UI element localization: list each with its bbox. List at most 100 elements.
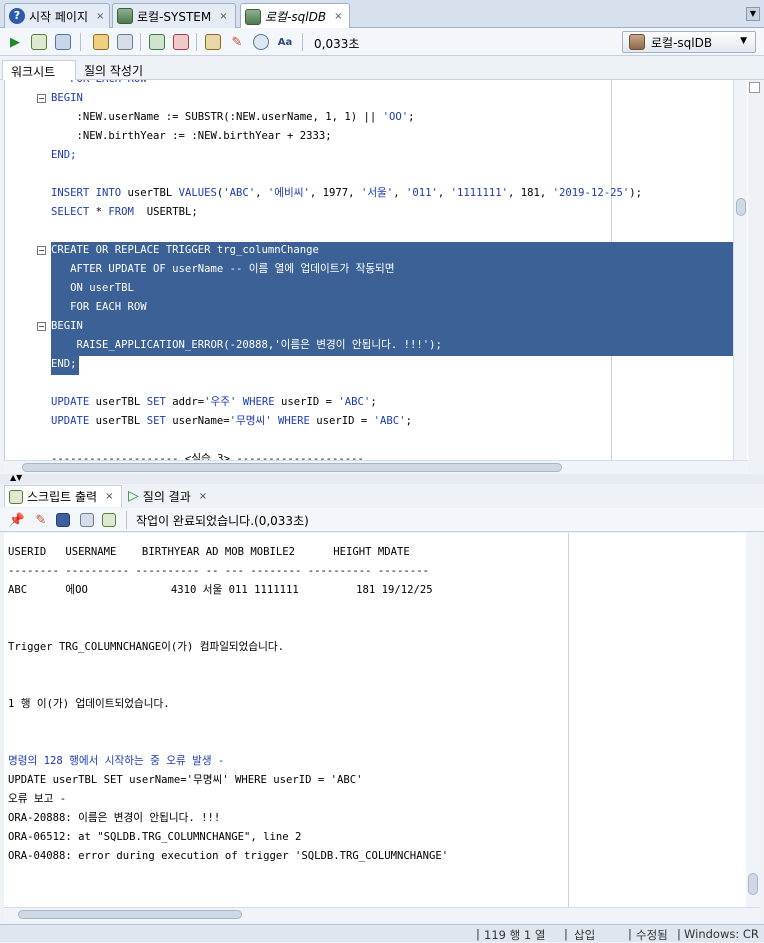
code-line: END; (51, 146, 77, 165)
code-line: ON userTBL (51, 279, 134, 298)
panel-splitter[interactable]: ▲▼ (0, 474, 764, 484)
code-token: 'OO' (382, 111, 409, 123)
commit-icon[interactable] (148, 33, 166, 51)
code-token: 'ABC' (373, 415, 406, 427)
code-token: VALUES (178, 187, 217, 199)
tab-list-dropdown-icon[interactable]: ▼ (746, 7, 760, 21)
right-margin-line (568, 533, 569, 907)
tab-query-builder[interactable]: 질의 작성기 (76, 60, 151, 80)
code-token: userID = (309, 415, 374, 427)
output-toolbar: 📌 ✎ 작업이 완료되었습니다.(0,033초) (0, 508, 764, 532)
tab-label: 스크립트 출력 (27, 490, 98, 504)
code-line: UPDATE userTBL SET addr='우주' WHERE userI… (51, 393, 377, 412)
code-token: userTBL (89, 396, 147, 408)
print-icon[interactable] (78, 511, 96, 529)
tab-label: 로컬-sqlDB (265, 10, 327, 24)
code-line: END; (51, 355, 77, 374)
sql-editor[interactable]: − − − FOR EACH ROW BEGIN :NEW.userName := S… (4, 80, 748, 460)
run-statement-icon[interactable]: ▶ (6, 33, 24, 51)
code-token: BEGIN (51, 320, 83, 332)
code-token: UPDATE (51, 415, 90, 427)
fold-toggle-icon[interactable]: − (37, 246, 46, 255)
modified-status: 수정됨 (636, 928, 668, 942)
code-token: ); (629, 187, 642, 199)
code-token: '011' (405, 187, 438, 199)
output-line: 명령의 128 행에서 시작하는 중 오류 발생 - (8, 755, 225, 767)
code-token: '서울' (360, 187, 394, 199)
close-icon[interactable]: × (105, 491, 113, 502)
fold-toggle-icon[interactable]: − (37, 94, 46, 103)
save-icon[interactable] (54, 511, 72, 529)
code-line: :NEW.userName := SUBSTR(:NEW.userName, 1… (51, 108, 415, 127)
output-line: ORA-06512: at "SQLDB.TRG_COLUMNCHANGE", … (8, 831, 302, 843)
close-icon[interactable]: × (219, 11, 227, 22)
code-token: SELECT (51, 206, 90, 218)
commit-dropdown-icon[interactable] (54, 33, 72, 51)
editor-horizontal-scrollbar[interactable] (4, 460, 748, 474)
sql-tuning-icon[interactable] (204, 33, 222, 51)
connection-label: 로컬-sqlDB (651, 35, 713, 50)
history-icon[interactable] (252, 33, 270, 51)
code-token: :NEW.userName := SUBSTR(:NEW.userName, 1… (51, 111, 383, 123)
code-token: addr= (165, 396, 205, 408)
script-output-area[interactable]: USERID USERNAME BIRTHYEAR AD MOB MOBILE2… (4, 533, 746, 907)
code-token: CREATE OR REPLACE TRIGGER trg_columnChan… (51, 244, 319, 256)
rollback-icon[interactable] (172, 33, 190, 51)
clear-output-icon[interactable]: ✎ (32, 511, 50, 529)
tab-local-sqldb[interactable]: 로컬-sqlDB × (240, 3, 350, 29)
tab-script-output[interactable]: 스크립트 출력 × (4, 485, 122, 507)
clear-icon[interactable]: ✎ (228, 33, 246, 51)
close-icon[interactable]: × (96, 11, 104, 22)
code-token: userTBL (89, 415, 147, 427)
worksheet-toolbar: ▶ ✎ Aa 0,033초 로컬-sqlDB ▼ (0, 28, 764, 56)
collapse-arrows-icon[interactable]: ▲▼ (10, 474, 22, 482)
run-script-icon[interactable] (30, 33, 48, 51)
sql-worksheet-icon (245, 8, 261, 25)
code-token: userTBL (121, 187, 179, 199)
code-token: END; (51, 358, 77, 370)
output-horizontal-scrollbar[interactable] (4, 907, 760, 921)
code-token: , (437, 187, 451, 199)
code-line: AFTER UPDATE OF userName -- 이름 열에 업데이트가 … (51, 260, 394, 279)
autotrace-icon[interactable] (116, 33, 134, 51)
format-icon[interactable]: Aa (276, 33, 294, 51)
tab-label: 질의 결과 (142, 489, 191, 504)
elapsed-time: 0,033초 (314, 37, 360, 51)
scroll-thumb[interactable] (18, 910, 242, 919)
code-line: CREATE OR REPLACE TRIGGER trg_columnChan… (51, 241, 319, 260)
code-token: , 181, (508, 187, 553, 199)
close-icon[interactable]: × (199, 491, 207, 502)
editor-vertical-scrollbar[interactable] (733, 80, 747, 460)
scroll-thumb[interactable] (22, 463, 562, 472)
code-token: ; (405, 415, 412, 427)
close-icon[interactable]: × (334, 11, 342, 22)
explain-plan-icon[interactable] (92, 33, 110, 51)
tab-local-system[interactable]: 로컬-SYSTEM × (112, 3, 236, 28)
tab-worksheet[interactable]: 워크시트 (2, 60, 76, 80)
tab-start-page[interactable]: ? 시작 페이지 × (4, 3, 110, 28)
scroll-thumb[interactable] (748, 873, 758, 895)
code-token: FOR EACH ROW (51, 301, 147, 313)
sep: | (677, 927, 681, 941)
pin-icon[interactable]: 📌 (8, 511, 26, 529)
code-line: FOR EACH ROW (51, 80, 147, 89)
output-vertical-scrollbar[interactable] (746, 533, 760, 907)
fold-toggle-icon[interactable]: − (37, 322, 46, 331)
code-line: BEGIN (51, 317, 83, 336)
connection-selector[interactable]: 로컬-sqlDB ▼ (622, 31, 756, 53)
code-token: ; (408, 111, 415, 123)
script-output-icon[interactable] (100, 511, 118, 529)
code-token: WHERE (242, 396, 275, 408)
scroll-thumb[interactable] (736, 198, 746, 216)
output-line: 오류 보고 - (8, 793, 67, 805)
output-line: ORA-04088: error during execution of tri… (8, 850, 449, 862)
code-token: , (393, 187, 406, 199)
tab-label: 로컬-SYSTEM (137, 9, 212, 24)
output-line: Trigger TRG_COLUMNCHANGE이(가) 컴파일되었습니다. (8, 641, 285, 653)
tab-query-result[interactable]: ▷ 질의 결과 × (124, 485, 211, 507)
code-token: userName= (165, 415, 230, 427)
editor-gutter: − − − (5, 80, 47, 460)
editor-corner-checkbox[interactable] (749, 82, 760, 93)
output-line: USERID USERNAME BIRTHYEAR AD MOB MOBILE2… (8, 546, 410, 558)
code-token: '에비씨' (267, 187, 310, 199)
